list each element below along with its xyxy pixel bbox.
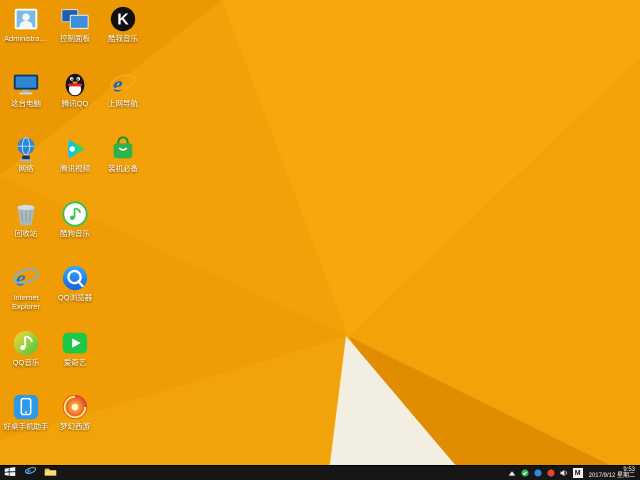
control-panel-icon	[60, 4, 90, 34]
qq-music-note-icon	[11, 328, 41, 358]
desktop-icon-administrator[interactable]: Administrator	[3, 4, 49, 44]
music-note-circle-icon	[60, 199, 90, 229]
icon-label: 腾讯QQ	[61, 99, 89, 108]
icon-label: 爱奇艺	[63, 358, 87, 367]
shopping-bag-icon	[108, 134, 138, 164]
icon-label: 酷狗音乐	[60, 229, 90, 238]
desktop-icon-recycle-bin[interactable]: 回收站	[3, 199, 49, 239]
desktop-icon-iqiyi[interactable]: 爱奇艺	[52, 328, 98, 368]
icon-label: QQ音乐	[12, 358, 40, 367]
qq-penguin-icon	[60, 69, 90, 99]
icon-label: 网络	[18, 164, 34, 173]
clock-date: 2017/9/12 星期二	[588, 473, 635, 479]
icon-label: 腾讯视频	[60, 164, 90, 173]
desktop-icon-qq-browser[interactable]: QQ浏览器	[52, 263, 98, 303]
icon-label: 酷我音乐	[108, 34, 138, 43]
system-tray: M 9:53 2017/9/12 星期二	[508, 466, 640, 480]
taskbar: e M 9:53 2017/9/12 星期二	[0, 465, 640, 480]
tray-alert-icon[interactable]	[547, 469, 556, 478]
icon-label: 这台电脑	[11, 99, 41, 108]
taskbar-ie-button[interactable]: e	[20, 466, 40, 480]
icon-label: Administrator	[4, 35, 48, 43]
svg-text:e: e	[113, 72, 123, 97]
desktop-icon-internet-explorer[interactable]: e Internet Explorer	[3, 263, 49, 311]
desktop-icon-this-pc[interactable]: 这台电脑	[3, 69, 49, 109]
kuwo-k-icon: K	[108, 4, 138, 34]
play-logo-icon	[60, 134, 90, 164]
folder-icon	[44, 464, 57, 480]
tray-security-icon[interactable]	[521, 469, 530, 478]
taskbar-left: e	[0, 466, 60, 480]
icon-label: Internet Explorer	[12, 293, 40, 311]
tray-clock[interactable]: 9:53 2017/9/12 星期二	[587, 467, 637, 480]
ie-icon: e	[11, 263, 41, 293]
icon-label: 控制面板	[60, 34, 90, 43]
recycle-bin-icon	[11, 199, 41, 229]
svg-text:e: e	[26, 466, 30, 476]
icon-label: 装机必备	[108, 164, 138, 173]
q-browser-icon	[60, 263, 90, 293]
desktop-icon-network[interactable]: 网络	[3, 134, 49, 174]
icon-label: 上网导航	[108, 99, 138, 108]
chevron-up-icon	[508, 464, 516, 480]
computer-icon	[11, 69, 41, 99]
desktop: Administrator 控制面板 K 酷我音乐 这台电脑 腾讯QQ e 上网…	[0, 0, 640, 480]
ime-indicator[interactable]: M	[572, 468, 583, 478]
svg-text:K: K	[117, 12, 129, 29]
icon-label: 回收站	[14, 229, 38, 238]
desktop-icon-kugou-music[interactable]: 酷狗音乐	[52, 199, 98, 239]
desktop-icon-tencent-video[interactable]: 腾讯视频	[52, 134, 98, 174]
desktop-icon-kuwo-music[interactable]: K 酷我音乐	[100, 4, 146, 44]
icon-label: 好桌手机助手	[3, 422, 49, 431]
desktop-icon-qq-music[interactable]: QQ音乐	[3, 328, 49, 368]
desktop-icon-web-nav[interactable]: e 上网导航	[100, 69, 146, 109]
svg-text:e: e	[16, 266, 26, 291]
desktop-icon-phone-assistant[interactable]: 好桌手机助手	[3, 392, 49, 432]
start-button[interactable]	[0, 466, 20, 480]
game-swirl-icon	[60, 392, 90, 422]
iqiyi-play-icon	[60, 328, 90, 358]
browser-e-icon: e	[108, 69, 138, 99]
icon-label: 梦幻西游	[60, 422, 90, 431]
desktop-icon-tencent-qq[interactable]: 腾讯QQ	[52, 69, 98, 109]
desktop-icon-control-panel[interactable]: 控制面板	[52, 4, 98, 44]
ie-icon: e	[24, 464, 37, 480]
hidden-icons-button[interactable]	[508, 469, 517, 478]
icon-label: QQ浏览器	[57, 293, 93, 302]
desktop-icon-essential-apps[interactable]: 装机必备	[100, 134, 146, 174]
tray-messenger-icon[interactable]	[534, 469, 543, 478]
desktop-icon-menghuan-xiyou[interactable]: 梦幻西游	[52, 392, 98, 432]
phone-icon	[11, 392, 41, 422]
volume-icon[interactable]	[560, 469, 569, 478]
windows-logo-icon	[4, 464, 16, 480]
network-globe-icon	[11, 134, 41, 164]
user-folder-icon	[11, 4, 41, 34]
taskbar-explorer-button[interactable]	[40, 466, 60, 480]
